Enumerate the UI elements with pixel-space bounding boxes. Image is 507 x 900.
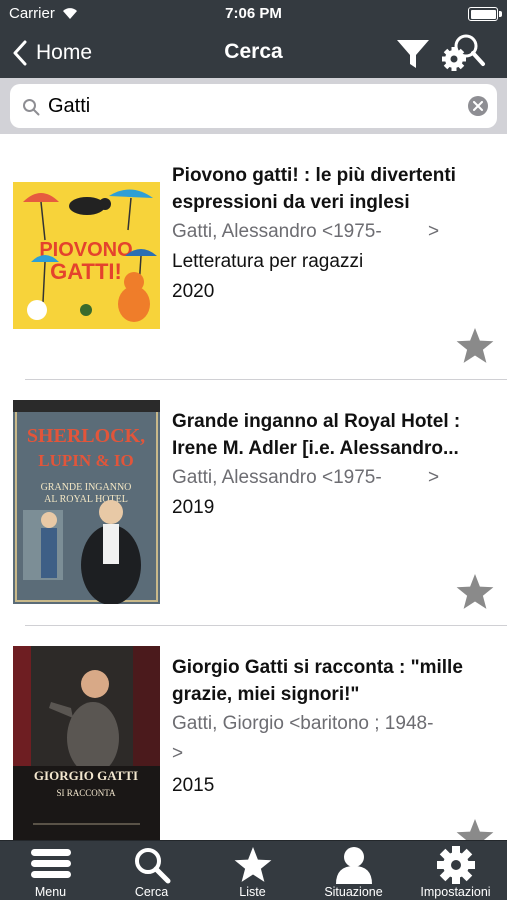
result-year: 2020 (172, 281, 215, 302)
result-author[interactable]: Gatti, Giorgio <baritono ; 1948- > (172, 709, 490, 769)
cover-title-line2: LUPIN & IO (38, 451, 133, 470)
search-icon (23, 99, 40, 116)
tab-impostazioni[interactable]: Impostazioni (404, 841, 507, 900)
gear-icon (436, 846, 475, 884)
chevron-left-icon (13, 40, 27, 66)
result-year: 2015 (172, 775, 215, 796)
top-bar: Carrier 7:06 PM Home Cerca (0, 0, 507, 78)
result-year: 2019 (172, 497, 215, 518)
status-bar: Carrier 7:06 PM (0, 0, 507, 28)
cover-title-line2: GATTI! (50, 259, 122, 284)
user-icon (335, 847, 372, 884)
result-category: Letteratura per ragazzi (172, 251, 364, 272)
result-title-line1: Grande inganno al Royal Hotel : (172, 411, 461, 432)
battery-icon (468, 7, 498, 21)
star-icon[interactable] (455, 573, 495, 611)
star-icon[interactable] (455, 818, 495, 840)
search-bar (0, 78, 507, 134)
tab-label: Menu (34, 885, 67, 899)
tab-label: Cerca (134, 885, 169, 899)
result-title-line1: Piovono gatti! : le più divertenti (172, 165, 456, 186)
tab-liste[interactable]: Liste (202, 841, 303, 900)
tab-label: Situazione (324, 885, 383, 899)
author-name: Gatti, Giorgio <baritono ; 1948- (172, 713, 434, 734)
author-name: Gatti, Alessandro <1975- (172, 467, 382, 488)
result-info: Grande inganno al Royal Hotel : Irene M.… (172, 408, 490, 523)
status-time: 7:06 PM (225, 5, 282, 22)
clear-search-button[interactable] (468, 96, 488, 116)
author-name: Gatti, Alessandro <1975- (172, 221, 382, 242)
result-item[interactable]: PIOVONO GATTI! Piovono gatti! : le più d… (0, 134, 507, 380)
tab-cerca[interactable]: Cerca (101, 841, 202, 900)
search-icon (134, 848, 170, 884)
result-title-line1: Giorgio Gatti si racconta : "mille (172, 657, 463, 678)
book-cover: PIOVONO GATTI! (13, 182, 160, 329)
tab-label: Impostazioni (420, 885, 491, 899)
result-info: Piovono gatti! : le più divertenti espre… (172, 162, 490, 307)
result-item[interactable]: SHERLOCK, LUPIN & IO GRANDE INGANNO AL R… (0, 380, 507, 626)
close-icon (473, 101, 483, 111)
tab-bar: Menu Cerca Liste Situazione Impostazioni (0, 840, 507, 900)
filter-icon[interactable] (395, 36, 431, 72)
battery-tip (499, 11, 502, 17)
tab-situazione[interactable]: Situazione (303, 841, 404, 900)
cover-title-line1: SHERLOCK, (27, 425, 145, 447)
result-info: Giorgio Gatti si racconta : "mille grazi… (172, 654, 490, 801)
tab-label: Liste (239, 885, 266, 899)
book-cover: GIORGIO GATTI SI RACCONTA (13, 646, 160, 840)
cover-subtitle-line1: GRANDE INGANNO (41, 482, 132, 493)
app-screen: Carrier 7:06 PM Home Cerca Gatti PIOVONO… (0, 0, 507, 900)
result-title-line2: Irene M. Adler [i.e. Alessandro... (172, 438, 459, 459)
book-cover: SHERLOCK, LUPIN & IO GRANDE INGANNO AL R… (13, 400, 160, 604)
result-author[interactable]: Gatti, Alessandro <1975- > (172, 463, 490, 493)
star-icon[interactable] (455, 327, 495, 365)
result-title-line2: espressioni da veri inglesi (172, 192, 410, 213)
cover-title-line2: SI RACCONTA (56, 788, 116, 798)
result-author[interactable]: Gatti, Alessandro <1975- > (172, 217, 490, 247)
back-button[interactable]: Home (12, 38, 92, 68)
search-input[interactable] (48, 90, 458, 122)
advanced-search-icon[interactable] (442, 31, 486, 73)
results-list: PIOVONO GATTI! Piovono gatti! : le più d… (0, 134, 507, 840)
navigation-bar: Home Cerca (0, 28, 507, 78)
star-icon (234, 847, 271, 882)
menu-icon (30, 849, 71, 878)
result-item[interactable]: GIORGIO GATTI SI RACCONTA Giorgio Gatti … (0, 626, 507, 840)
author-chevron: > (172, 743, 184, 764)
result-title-line2: grazie, miei signori!" (172, 684, 360, 705)
back-label: Home (36, 41, 93, 64)
cover-title-line1: GIORGIO GATTI (34, 768, 138, 783)
tab-menu[interactable]: Menu (0, 841, 101, 900)
author-chevron: > (428, 221, 440, 242)
author-chevron: > (428, 467, 440, 488)
search-field (10, 84, 497, 128)
